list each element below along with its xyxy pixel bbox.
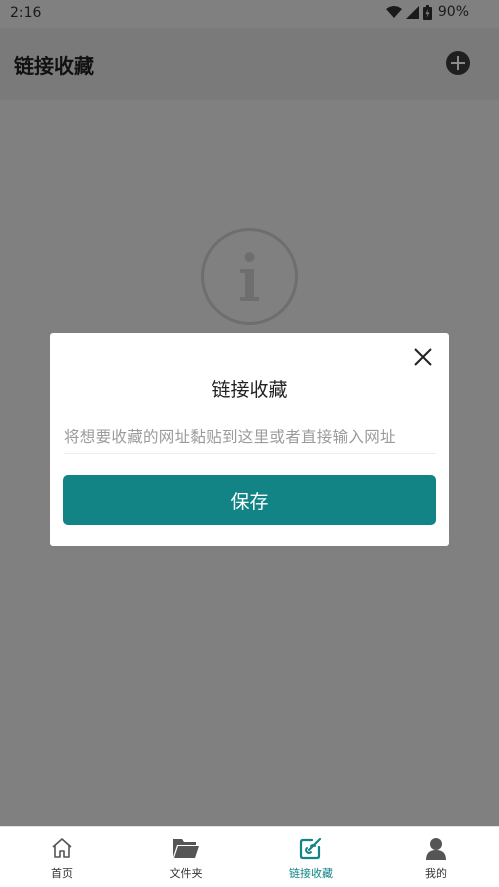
- nav-item-home[interactable]: 首页: [0, 827, 124, 887]
- nav-label-folder: 文件夹: [169, 867, 203, 880]
- battery-percent: 90%: [437, 4, 469, 20]
- page-title: 链接收藏: [14, 54, 94, 78]
- nav-label-links: 链接收藏: [289, 867, 333, 880]
- app-header: 链接收藏: [0, 28, 499, 100]
- add-link-dialog: 链接收藏 保存: [50, 333, 449, 546]
- status-bar: 2:16 90%: [0, 0, 499, 28]
- battery-icon: [422, 4, 432, 20]
- add-link-button[interactable]: [446, 51, 470, 75]
- nav-item-folder[interactable]: 文件夹: [124, 827, 248, 887]
- cellular-icon: [405, 5, 419, 19]
- save-button[interactable]: 保存: [63, 475, 436, 525]
- dialog-title: 链接收藏: [211, 379, 288, 401]
- nav-item-links[interactable]: 链接收藏: [249, 827, 373, 887]
- info-icon: [200, 227, 299, 330]
- bottom-nav: 首页 文件夹 链接收藏 我的: [0, 826, 499, 887]
- nav-item-profile[interactable]: 我的: [374, 827, 498, 887]
- status-time: 2:16: [10, 5, 42, 21]
- nav-label-profile: 我的: [425, 867, 447, 880]
- close-icon[interactable]: [414, 348, 432, 366]
- url-input[interactable]: [64, 421, 436, 454]
- status-icons: 90%: [385, 4, 469, 20]
- wifi-icon: [385, 5, 402, 19]
- nav-label-home: 首页: [51, 867, 73, 880]
